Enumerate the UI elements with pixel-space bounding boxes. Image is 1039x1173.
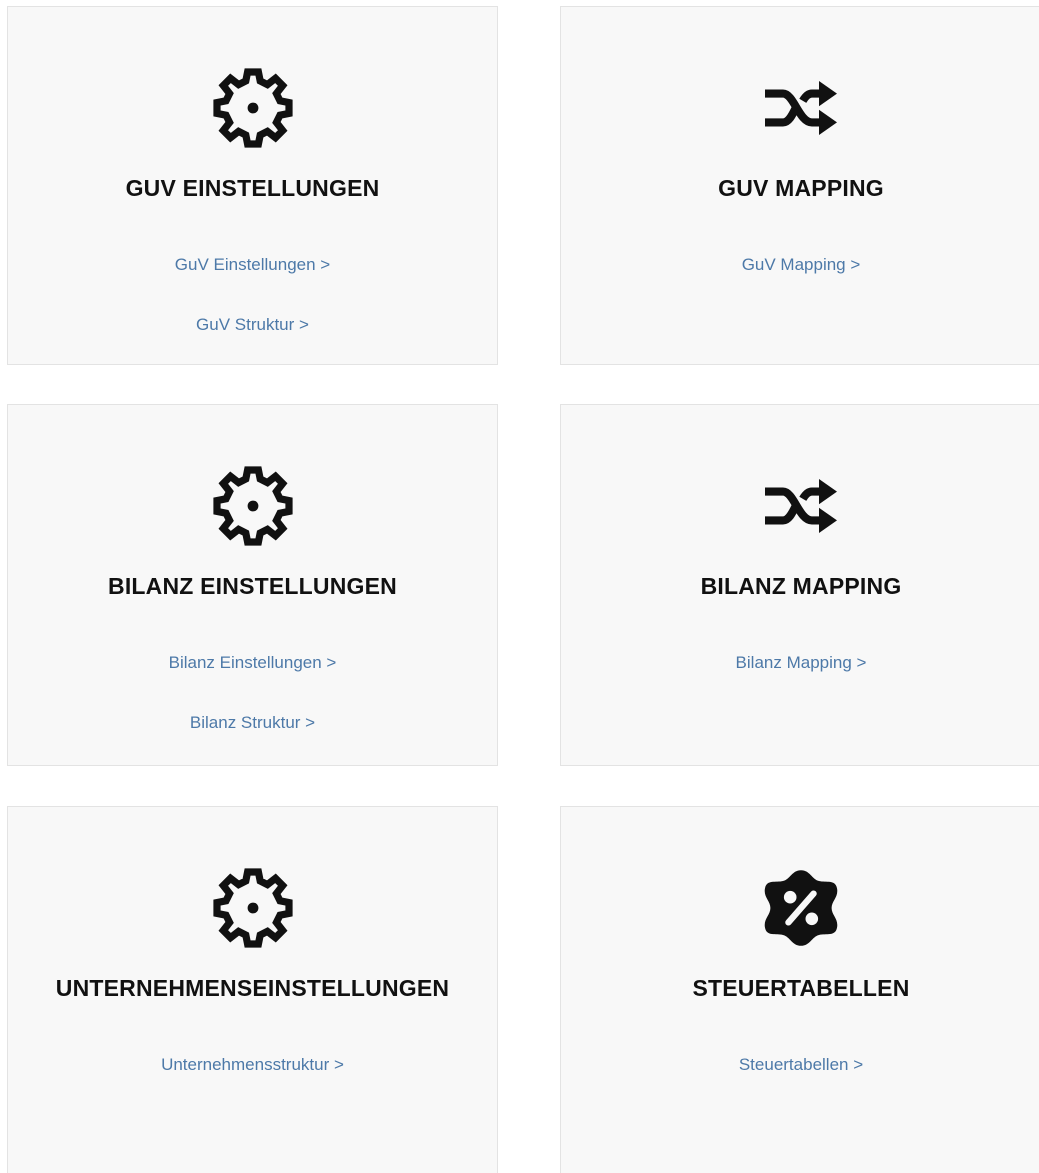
- guv-struktur-link[interactable]: GuV Struktur >: [8, 315, 497, 335]
- gear-icon: [208, 461, 298, 551]
- guv-mapping-link[interactable]: GuV Mapping >: [561, 255, 1039, 275]
- card-title: BILANZ EINSTELLUNGEN: [108, 573, 397, 599]
- card-title: GUV MAPPING: [718, 175, 884, 201]
- card-title: STEUERTABELLEN: [692, 975, 910, 1001]
- card-title: UNTERNEHMENSEINSTELLUNGEN: [55, 975, 450, 1001]
- card-title: BILANZ MAPPING: [700, 573, 902, 599]
- bilanz-struktur-link[interactable]: Bilanz Struktur >: [8, 713, 497, 733]
- card-guv-mapping: GUV MAPPING GuV Mapping >: [560, 6, 1039, 365]
- shuffle-icon: [756, 63, 846, 153]
- card-bilanz-einstellungen: BILANZ EINSTELLUNGEN Bilanz Einstellunge…: [7, 404, 498, 766]
- unternehmensstruktur-link[interactable]: Unternehmensstruktur >: [8, 1055, 497, 1075]
- card-unternehmenseinstellungen: UNTERNEHMENSEINSTELLUNGEN Unternehmensst…: [7, 806, 498, 1173]
- card-bilanz-mapping: BILANZ MAPPING Bilanz Mapping >: [560, 404, 1039, 766]
- percent-badge-icon: [756, 863, 846, 953]
- gear-icon: [208, 63, 298, 153]
- gear-icon: [208, 863, 298, 953]
- card-guv-einstellungen: GUV EINSTELLUNGEN GuV Einstellungen > Gu…: [7, 6, 498, 365]
- bilanz-einstellungen-link[interactable]: Bilanz Einstellungen >: [8, 653, 497, 673]
- guv-einstellungen-link[interactable]: GuV Einstellungen >: [8, 255, 497, 275]
- steuertabellen-link[interactable]: Steuertabellen >: [561, 1055, 1039, 1075]
- settings-grid: GUV EINSTELLUNGEN GuV Einstellungen > Gu…: [0, 0, 1039, 1173]
- card-steuertabellen: STEUERTABELLEN Steuertabellen >: [560, 806, 1039, 1173]
- shuffle-icon: [756, 461, 846, 551]
- bilanz-mapping-link[interactable]: Bilanz Mapping >: [561, 653, 1039, 673]
- card-title: GUV EINSTELLUNGEN: [125, 175, 380, 201]
